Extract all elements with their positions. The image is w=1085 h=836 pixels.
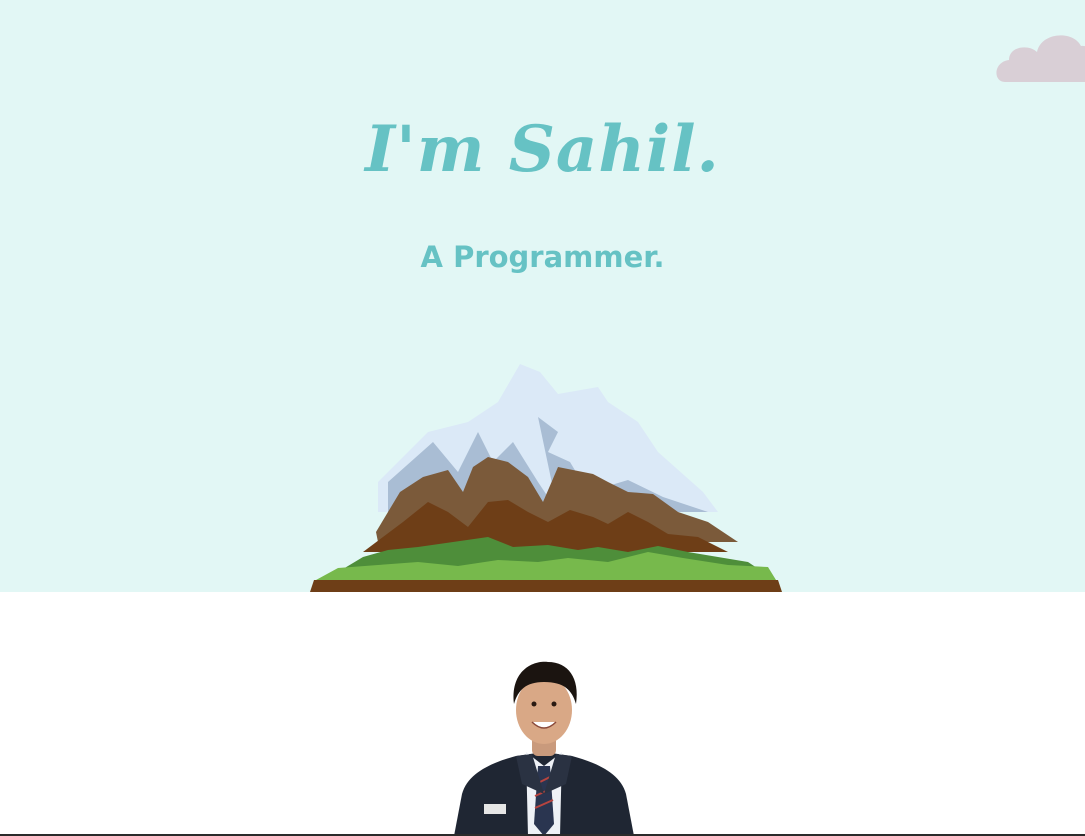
hero-section: I'm Sahil. A Programmer. — [0, 0, 1085, 592]
about-section — [0, 592, 1085, 836]
cloud-icon — [996, 35, 1085, 82]
profile-photo — [454, 661, 634, 836]
mountain-illustration — [310, 364, 782, 592]
hero-title: I'm Sahil. — [365, 112, 720, 187]
hero-subtitle: A Programmer. — [420, 240, 665, 274]
